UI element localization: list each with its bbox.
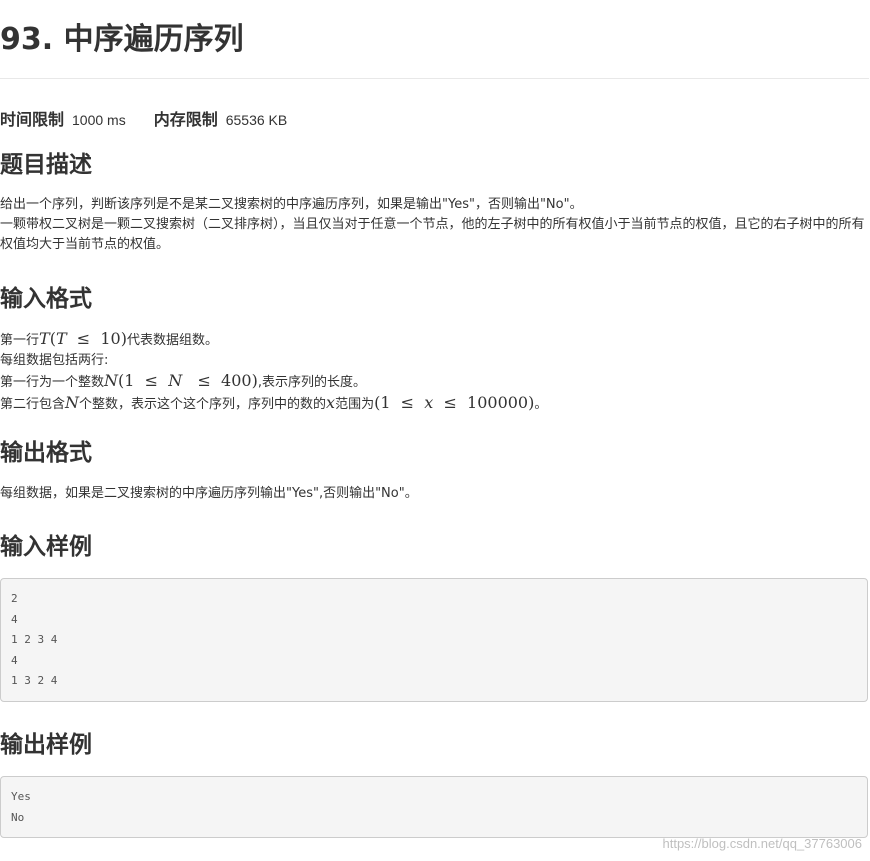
sample-output-box[interactable]: Yes No <box>0 776 868 838</box>
sample-input-line: 4 <box>11 612 18 626</box>
sample-input-line: 2 <box>11 592 18 605</box>
sample-output-line: No <box>11 810 25 824</box>
input-format-line-2: 每组数据包括两行: <box>0 353 109 368</box>
description-body: 给出一个序列，判断该序列是不是某二叉搜索树的中序遍历序列，如果是输出"Yes"，… <box>0 195 868 255</box>
sample-output-line: Yes <box>11 790 31 803</box>
page-title: 93. 中序遍历序列 <box>0 22 244 57</box>
output-format-heading: 输出格式 <box>0 440 92 466</box>
title-divider <box>0 78 869 79</box>
math-n-constraint: N(1 ≤ N ≤ 400) <box>104 371 258 390</box>
description-heading: 题目描述 <box>0 152 92 178</box>
input-format-line-4: 第二行包含N个整数，表示这个这个序列，序列中的数的x范围为(1 ≤ x ≤ 10… <box>0 393 548 412</box>
sample-input-line: 1 2 3 4 <box>11 633 58 646</box>
output-format-body: 每组数据，如果是二叉搜索树的中序遍历序列输出"Yes",否则输出"No"。 <box>0 484 868 504</box>
input-format-heading: 输入格式 <box>0 286 92 312</box>
sample-input-box[interactable]: 2 4 1 2 3 4 4 1 3 2 4 <box>0 578 868 702</box>
output-format-line: 每组数据，如果是二叉搜索树的中序遍历序列输出"Yes",否则输出"No"。 <box>0 486 418 501</box>
input-format-line-1: 第一行T(T ≤ 10)代表数据组数。 <box>0 329 218 348</box>
math-x-symbol: x <box>326 393 336 412</box>
description-line-2: 一颗带权二叉树是一颗二叉搜索树（二叉排序树），当且仅当对于任意一个节点，他的左子… <box>0 217 865 252</box>
time-limit-value: 1000 ms <box>72 112 126 128</box>
input-format-body: 第一行T(T ≤ 10)代表数据组数。 每组数据包括两行: 第一行为一个整数N(… <box>0 329 868 415</box>
sample-output-heading: 输出样例 <box>0 732 92 758</box>
memory-limit-label: 内存限制 <box>153 110 218 129</box>
math-n-symbol: N <box>65 393 80 412</box>
input-format-line-3: 第一行为一个整数N(1 ≤ N ≤ 400),表示序列的长度。 <box>0 371 366 390</box>
math-t-constraint: T(T ≤ 10) <box>39 329 127 348</box>
limits-bar: 时间限制 1000 ms 内存限制 65536 KB <box>0 108 287 132</box>
watermark: https://blog.csdn.net/qq_37763006 <box>662 836 863 851</box>
description-line-1: 给出一个序列，判断该序列是不是某二叉搜索树的中序遍历序列，如果是输出"Yes"，… <box>0 197 583 212</box>
sample-input-line: 1 3 2 4 <box>11 674 58 687</box>
math-x-constraint: (1 ≤ x ≤ 100000) <box>374 393 535 412</box>
sample-input-heading: 输入样例 <box>0 534 92 560</box>
time-limit-label: 时间限制 <box>0 110 65 129</box>
sample-input-line: 4 <box>11 653 18 667</box>
memory-limit-value: 65536 KB <box>225 112 288 128</box>
